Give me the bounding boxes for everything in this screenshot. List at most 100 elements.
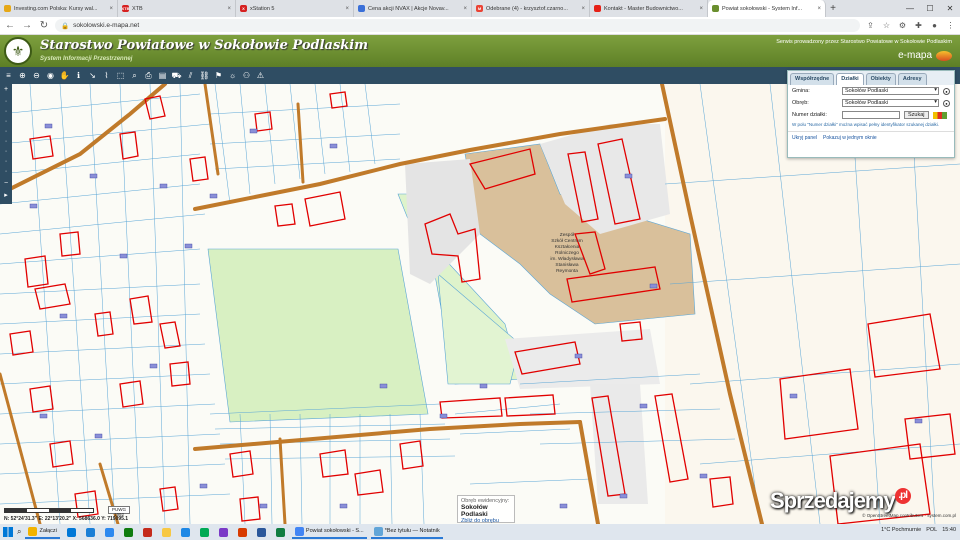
address-marker-icon[interactable] xyxy=(649,283,658,289)
taskbar-app[interactable] xyxy=(178,525,193,539)
zoom-level-3-icon[interactable]: · xyxy=(2,118,10,126)
tab-close-icon[interactable]: × xyxy=(699,6,703,12)
obreb-go-icon[interactable]: ● xyxy=(943,99,950,107)
hatch-icon[interactable]: ⫽ xyxy=(185,70,196,81)
address-marker-icon[interactable] xyxy=(44,123,53,129)
browser-tab[interactable]: XTB XTB × xyxy=(118,0,236,17)
tab-close-icon[interactable]: × xyxy=(817,6,821,12)
browser-tab[interactable]: XxStation 5 × xyxy=(236,0,354,17)
gmina-select[interactable]: Sokołów Podlaski xyxy=(842,87,939,95)
weather-text[interactable]: 1°C Pochmurnie xyxy=(881,527,921,533)
select-icon[interactable]: ⬚ xyxy=(115,70,126,81)
browser-tab[interactable]: Investing.com Polska: Kursy wal... × xyxy=(0,0,118,17)
new-tab-button[interactable]: + xyxy=(826,0,840,17)
truck-icon[interactable]: ⛟ xyxy=(171,70,182,81)
address-marker-icon[interactable] xyxy=(159,183,168,189)
close-window-icon[interactable]: ✕ xyxy=(940,0,960,17)
zoom-in-icon[interactable]: ⊕ xyxy=(17,70,28,81)
taskbar-app[interactable] xyxy=(140,525,155,539)
taskbar-app[interactable] xyxy=(235,525,250,539)
projection-select[interactable]: PUWG 1992 xyxy=(108,506,130,517)
print-icon[interactable]: ⎙ xyxy=(143,70,154,81)
taskbar-app[interactable]: *Bez tytułu — Notatnik xyxy=(370,525,443,539)
layers-icon[interactable]: ≡ xyxy=(3,70,14,81)
address-marker-icon[interactable] xyxy=(624,173,633,179)
single-window-link[interactable]: Pokazuj w jednym oknie xyxy=(823,135,877,141)
taskbar-app[interactable] xyxy=(159,525,174,539)
zoom-level-7-icon[interactable]: · xyxy=(2,158,10,166)
area-icon[interactable]: ⌇ xyxy=(101,70,112,81)
pan-icon[interactable]: ✋ xyxy=(59,70,70,81)
address-marker-icon[interactable] xyxy=(39,413,48,419)
address-marker-icon[interactable] xyxy=(379,383,388,389)
extension-icon[interactable]: ⚙ xyxy=(897,21,908,30)
forward-icon[interactable]: → xyxy=(21,20,33,31)
taskbar-app[interactable] xyxy=(216,525,231,539)
warning-icon[interactable]: ⚠ xyxy=(255,70,266,81)
zoom-level-1-icon[interactable]: · xyxy=(2,98,10,106)
tab-close-icon[interactable]: × xyxy=(227,6,231,12)
taskbar-app[interactable]: Załączi xyxy=(25,525,60,539)
taskbar-app[interactable] xyxy=(102,525,117,539)
address-marker-icon[interactable] xyxy=(699,473,708,479)
address-marker-icon[interactable] xyxy=(149,363,158,369)
address-marker-icon[interactable] xyxy=(184,243,193,249)
taskbar-search-icon[interactable]: ⌕ xyxy=(17,527,21,537)
browser-tab[interactable]: Kontakt - Master Budownictwo... × xyxy=(590,0,708,17)
address-marker-icon[interactable] xyxy=(479,383,488,389)
back-icon[interactable]: ← xyxy=(4,20,16,31)
info-icon[interactable]: ℹ xyxy=(73,70,84,81)
address-marker-icon[interactable] xyxy=(29,203,38,209)
full-extent-icon[interactable]: ◉ xyxy=(45,70,56,81)
tab-wspolrzedne[interactable]: Współrzędne xyxy=(790,73,835,85)
minimize-window-icon[interactable]: — xyxy=(900,0,920,17)
share-nodes-icon[interactable]: ⚇ xyxy=(241,70,252,81)
browser-tab[interactable]: Powiat sokołowski - System Inf... × xyxy=(708,0,826,17)
address-marker-icon[interactable] xyxy=(574,353,583,359)
url-field[interactable]: 🔒 sokolowski.e-mapa.net xyxy=(55,19,860,32)
hide-panel-link[interactable]: Ukryj panel xyxy=(792,135,817,141)
reload-icon[interactable]: ↻ xyxy=(38,20,50,31)
address-marker-icon[interactable] xyxy=(94,433,103,439)
tab-close-icon[interactable]: × xyxy=(109,6,113,12)
taskbar-app[interactable] xyxy=(273,525,288,539)
zoom-level-4-icon[interactable]: · xyxy=(2,128,10,136)
clock-text[interactable]: 15:40 xyxy=(942,527,956,533)
address-marker-icon[interactable] xyxy=(339,503,348,509)
tab-close-icon[interactable]: × xyxy=(463,6,467,12)
browser-tab[interactable]: M Odebrane (4) - krzysztof.czarno... × xyxy=(472,0,590,17)
zoom-level-2-icon[interactable]: · xyxy=(2,108,10,116)
address-marker-icon[interactable] xyxy=(259,503,268,509)
profile-icon[interactable]: ● xyxy=(929,21,940,30)
measure-icon[interactable]: ↘ xyxy=(87,70,98,81)
tab-dzialki[interactable]: Działki xyxy=(836,73,864,85)
link-icon[interactable]: ⛓ xyxy=(199,70,210,81)
tab-close-icon[interactable]: × xyxy=(581,6,585,12)
share-icon[interactable]: ⇪ xyxy=(865,21,876,30)
address-marker-icon[interactable] xyxy=(199,483,208,489)
bookmark-star-icon[interactable]: ☆ xyxy=(881,21,892,30)
address-marker-icon[interactable] xyxy=(59,313,68,319)
menu-icon[interactable]: ⋮ xyxy=(945,21,956,30)
taskbar-app[interactable] xyxy=(121,525,136,539)
taskbar-app[interactable]: Powiat sokołowski - S... xyxy=(291,525,367,539)
export-icon[interactable]: ▤ xyxy=(157,70,168,81)
tab-obiekty[interactable]: Obiekty xyxy=(865,73,896,85)
taskbar-app[interactable] xyxy=(197,525,212,539)
address-marker-icon[interactable] xyxy=(119,253,128,259)
zoom-level-8-icon[interactable]: · xyxy=(2,168,10,176)
zoom-out-icon[interactable]: ⊖ xyxy=(31,70,42,81)
address-marker-icon[interactable] xyxy=(89,173,98,179)
tab-adresy[interactable]: Adresy xyxy=(897,73,927,85)
tab-close-icon[interactable]: × xyxy=(345,6,349,12)
county-logo-icon[interactable]: ⚜ xyxy=(4,37,32,65)
gmina-go-icon[interactable]: ● xyxy=(943,87,950,95)
parcel-number-input[interactable] xyxy=(842,111,900,119)
search-icon[interactable]: ⌕ xyxy=(129,70,140,81)
sun-icon[interactable]: ☼ xyxy=(227,70,238,81)
maximize-window-icon[interactable]: ☐ xyxy=(920,0,940,17)
color-legend-icon[interactable] xyxy=(932,111,947,119)
address-marker-icon[interactable] xyxy=(559,503,568,509)
taskbar-app[interactable] xyxy=(254,525,269,539)
zoom-level-6-icon[interactable]: · xyxy=(2,148,10,156)
